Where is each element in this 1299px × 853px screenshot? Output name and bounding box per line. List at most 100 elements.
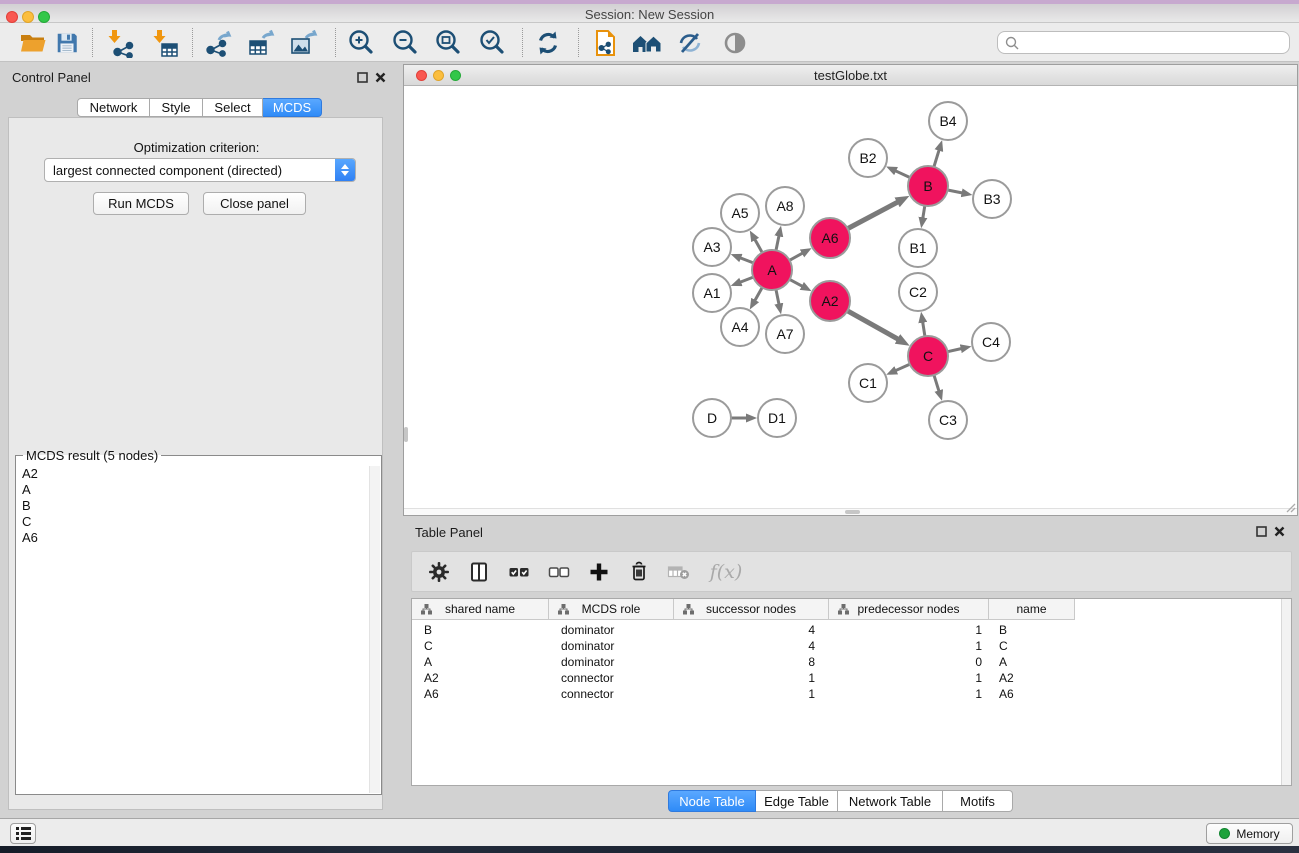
graph-edge-A-A2[interactable] (790, 279, 803, 286)
save-session-button[interactable] (50, 27, 84, 58)
table-cell[interactable]: A2 (989, 670, 1075, 686)
graph-edge-A-A3[interactable] (740, 258, 753, 263)
table-cell[interactable]: dominator (549, 622, 674, 638)
tab-network-table[interactable]: Network Table (838, 790, 943, 812)
tab-motifs[interactable]: Motifs (943, 790, 1013, 812)
table-cell[interactable]: C (989, 638, 1075, 654)
graph-edge-A-A6[interactable] (790, 253, 803, 260)
result-scrollbar[interactable] (369, 466, 380, 793)
table-cell[interactable]: dominator (549, 654, 674, 670)
export-image-button[interactable] (287, 27, 321, 58)
column-header-mcds-role[interactable]: MCDS role (549, 599, 674, 620)
table-cell[interactable]: 4 (674, 638, 829, 654)
table-options-button[interactable] (426, 559, 452, 585)
table-cell[interactable]: 1 (829, 622, 989, 638)
result-item[interactable]: A (22, 482, 367, 498)
zoom-fit-button[interactable] (431, 27, 465, 58)
show-graphics-details-button[interactable] (718, 27, 752, 58)
table-cell[interactable]: C (412, 638, 549, 654)
graph-edge-A-A7[interactable] (776, 290, 779, 305)
delete-table-button[interactable] (666, 559, 692, 585)
column-header-shared-name[interactable]: shared name (412, 599, 549, 620)
select-all-columns-button[interactable] (506, 559, 532, 585)
result-item[interactable]: C (22, 514, 367, 530)
network-window-titlebar[interactable]: testGlobe.txt (404, 65, 1297, 86)
table-cell[interactable]: B (989, 622, 1075, 638)
graph-edge-A-A8[interactable] (776, 235, 779, 250)
graph-edge-B-B1[interactable] (923, 206, 925, 219)
table-cell[interactable]: connector (549, 686, 674, 702)
column-header-predecessor-nodes[interactable]: predecessor nodes (829, 599, 989, 620)
graph-edge-C-C3[interactable] (934, 375, 939, 391)
memory-button[interactable]: Memory (1206, 823, 1293, 844)
table-cell[interactable]: 1 (674, 670, 829, 686)
graph-edge-C-C2[interactable] (923, 322, 925, 337)
run-mcds-button[interactable]: Run MCDS (93, 192, 189, 215)
graph-edge-A6-B[interactable] (848, 202, 898, 229)
column-header-name[interactable]: name (989, 599, 1075, 620)
main-titlebar[interactable]: Session: New Session (0, 4, 1299, 23)
zoom-out-button[interactable] (388, 27, 422, 58)
tab-select[interactable]: Select (203, 98, 263, 117)
table-row[interactable]: Cdominator41C (412, 638, 1075, 654)
delete-columns-button[interactable] (626, 559, 652, 585)
tab-edge-table[interactable]: Edge Table (756, 790, 838, 812)
tab-style[interactable]: Style (150, 98, 203, 117)
graph-edge-A-A5[interactable] (755, 239, 763, 252)
result-item[interactable]: B (22, 498, 367, 514)
network-vertical-scrollbar-thumb[interactable] (404, 427, 408, 442)
new-column-button[interactable] (586, 559, 612, 585)
hide-graphics-details-button[interactable] (673, 27, 707, 58)
graph-edge-C-C1[interactable] (895, 364, 909, 370)
unselect-all-columns-button[interactable] (546, 559, 572, 585)
home-button[interactable] (630, 27, 664, 58)
table-row[interactable]: A6connector11A6 (412, 686, 1075, 702)
tab-network[interactable]: Network (77, 98, 150, 117)
task-history-button[interactable] (10, 823, 36, 844)
network-snapshot-button[interactable] (588, 27, 622, 58)
table-row[interactable]: Bdominator41B (412, 622, 1075, 638)
table-cell[interactable]: A (989, 654, 1075, 670)
table-cell[interactable]: 1 (829, 638, 989, 654)
table-scrollbar[interactable] (1281, 599, 1291, 785)
network-canvas[interactable]: B4B2BB3A8A5A6A3B1AC2A1A2A4A7C4CC1C3DD1 (404, 87, 1297, 515)
graph-edge-A2-C[interactable] (847, 311, 898, 340)
float-panel-icon[interactable] (357, 72, 368, 83)
search-input[interactable] (1019, 36, 1289, 50)
table-cell[interactable]: connector (549, 670, 674, 686)
import-network-button[interactable] (103, 27, 137, 58)
search-field[interactable] (997, 31, 1290, 54)
tab-mcds[interactable]: MCDS (263, 98, 322, 117)
graph-edge-A-A1[interactable] (740, 277, 753, 282)
table-cell[interactable]: 4 (674, 622, 829, 638)
graph-edge-B-B2[interactable] (895, 171, 910, 178)
export-network-button[interactable] (201, 27, 235, 58)
table-cell[interactable]: 1 (674, 686, 829, 702)
graph-edge-B-B3[interactable] (948, 190, 963, 193)
network-horizontal-scrollbar-thumb[interactable] (845, 510, 860, 514)
window-resize-grip[interactable] (1284, 501, 1296, 513)
import-table-button[interactable] (148, 27, 182, 58)
close-panel-button[interactable]: Close panel (203, 192, 306, 215)
network-horizontal-scrollbar[interactable] (404, 508, 1297, 515)
criterion-dropdown[interactable]: largest connected component (directed) (44, 158, 356, 182)
graph-edge-C-C4[interactable] (948, 349, 962, 352)
table-cell[interactable]: A6 (412, 686, 549, 702)
zoom-in-button[interactable] (344, 27, 378, 58)
graph-edge-B-B4[interactable] (934, 150, 939, 167)
export-table-button[interactable] (244, 27, 278, 58)
result-item[interactable]: A6 (22, 530, 367, 546)
table-cell[interactable]: 8 (674, 654, 829, 670)
table-cell[interactable]: A6 (989, 686, 1075, 702)
graph-edge-A-A4[interactable] (755, 287, 763, 300)
show-columns-button[interactable] (466, 559, 492, 585)
refresh-view-button[interactable] (531, 27, 565, 58)
table-row[interactable]: A2connector11A2 (412, 670, 1075, 686)
table-row[interactable]: Adominator80A (412, 654, 1075, 670)
table-cell[interactable]: 0 (829, 654, 989, 670)
float-panel-icon[interactable] (1256, 526, 1267, 537)
table-cell[interactable]: B (412, 622, 549, 638)
table-cell[interactable]: 1 (829, 686, 989, 702)
table-cell[interactable]: dominator (549, 638, 674, 654)
table-cell[interactable]: 1 (829, 670, 989, 686)
